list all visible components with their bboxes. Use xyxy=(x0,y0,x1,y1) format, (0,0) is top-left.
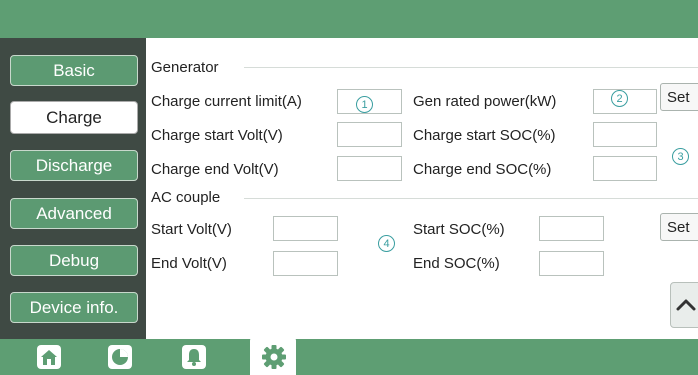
nav-alarms[interactable] xyxy=(181,344,207,370)
sidebar: Basic Charge Discharge Advanced Debug De… xyxy=(0,38,146,339)
marker-2: 2 xyxy=(611,90,628,107)
marker-3: 3 xyxy=(672,148,689,165)
start-volt-input[interactable] xyxy=(273,216,338,241)
marker-4: 4 xyxy=(378,235,395,252)
bell-icon xyxy=(182,345,206,369)
sidebar-item-discharge[interactable]: Discharge xyxy=(10,150,138,181)
sidebar-item-charge[interactable]: Charge xyxy=(10,101,138,134)
end-volt-input[interactable] xyxy=(273,251,338,276)
generator-section-title: Generator xyxy=(151,59,219,76)
section-divider xyxy=(244,198,698,199)
end-soc-input[interactable] xyxy=(539,251,604,276)
charge-end-soc-label: Charge end SOC(%) xyxy=(413,161,552,178)
charge-start-volt-label: Charge start Volt(V) xyxy=(151,127,283,144)
home-icon xyxy=(37,345,61,369)
charge-end-volt-label: Charge end Volt(V) xyxy=(151,161,279,178)
gen-rated-power-label: Gen rated power(kW) xyxy=(413,93,557,110)
charge-start-volt-input[interactable] xyxy=(337,122,402,147)
charge-end-volt-input[interactable] xyxy=(337,156,402,181)
charge-current-limit-label: Charge current limit(A) xyxy=(151,93,302,110)
start-soc-input[interactable] xyxy=(539,216,604,241)
sidebar-item-debug[interactable]: Debug xyxy=(10,245,138,276)
top-bar xyxy=(0,0,698,38)
charge-end-soc-input[interactable] xyxy=(593,156,657,181)
charge-start-soc-label: Charge start SOC(%) xyxy=(413,127,556,144)
ac-couple-set-button[interactable]: Set xyxy=(660,213,698,241)
end-soc-label: End SOC(%) xyxy=(413,255,500,272)
gear-icon xyxy=(262,345,286,369)
start-soc-label: Start SOC(%) xyxy=(413,221,505,238)
charge-start-soc-input[interactable] xyxy=(593,122,657,147)
sidebar-item-device-info[interactable]: Device info. xyxy=(10,292,138,323)
sidebar-item-advanced[interactable]: Advanced xyxy=(10,198,138,229)
nav-home[interactable] xyxy=(36,344,62,370)
start-volt-label: Start Volt(V) xyxy=(151,221,232,238)
ac-couple-section-title: AC couple xyxy=(151,189,221,206)
scroll-up-button[interactable] xyxy=(670,282,698,328)
section-divider xyxy=(244,67,698,68)
nav-statistics[interactable] xyxy=(107,344,133,370)
nav-settings[interactable] xyxy=(260,343,288,371)
marker-1: 1 xyxy=(356,96,373,113)
bottom-nav xyxy=(0,339,698,375)
sidebar-item-basic[interactable]: Basic xyxy=(10,55,138,86)
pie-chart-icon xyxy=(108,345,132,369)
chevron-up-icon xyxy=(676,299,696,311)
generator-set-button[interactable]: Set xyxy=(660,83,698,111)
end-volt-label: End Volt(V) xyxy=(151,255,227,272)
